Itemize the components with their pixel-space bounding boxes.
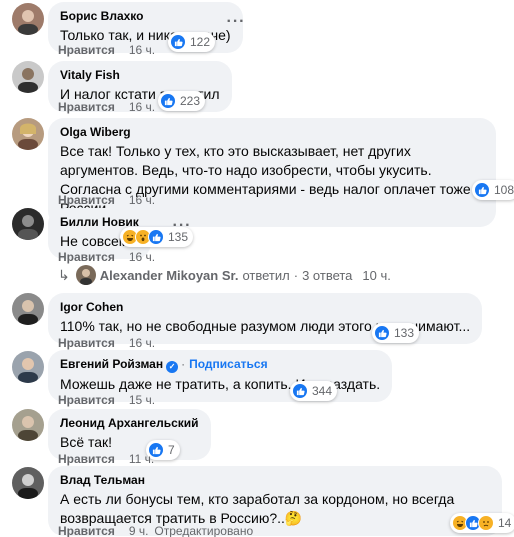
- reaction-summary[interactable]: 133: [372, 323, 420, 343]
- comment-author-name[interactable]: Евгений Ройзман: [60, 357, 163, 371]
- reply-arrow-icon: ↳: [58, 266, 70, 283]
- comment-actions: Нравится 16 ч.: [58, 100, 155, 114]
- comment-actions: Нравится 16 ч.: [58, 193, 155, 207]
- like-button[interactable]: Нравится: [58, 43, 115, 57]
- reaction-summary[interactable]: 108: [472, 180, 514, 200]
- like-button[interactable]: Нравится: [58, 524, 115, 537]
- reaction-summary[interactable]: 122: [168, 32, 216, 52]
- reaction-count: 14: [498, 516, 512, 530]
- comment-author[interactable]: Igor Cohen: [60, 300, 470, 315]
- comment-timestamp[interactable]: 16 ч.: [129, 250, 155, 264]
- comment-actions: Нравится 16 ч.: [58, 43, 155, 57]
- verified-badge-icon: ✓: [166, 361, 179, 373]
- reply-timestamp: 10 ч.: [362, 267, 391, 283]
- comment-author[interactable]: Борис Влахко: [60, 9, 231, 24]
- like-button[interactable]: Нравится: [58, 193, 115, 207]
- reaction-count: 223: [180, 94, 201, 108]
- like-button[interactable]: Нравится: [58, 452, 115, 466]
- like-button[interactable]: Нравится: [58, 100, 115, 114]
- edited-label[interactable]: Отредактировано: [154, 524, 253, 537]
- reaction-count: 108: [494, 183, 514, 197]
- like-reaction-icon: [148, 229, 164, 245]
- comment-timestamp[interactable]: 16 ч.: [129, 193, 155, 207]
- avatar[interactable]: [12, 467, 44, 499]
- like-button[interactable]: Нравится: [58, 250, 115, 264]
- reply-count: 3 ответа: [302, 267, 353, 283]
- reaction-summary[interactable]: 344: [290, 381, 338, 401]
- view-replies-link[interactable]: ↳ Alexander Mikoyan Sr. ответил · 3 отве…: [58, 265, 391, 285]
- avatar[interactable]: [12, 409, 44, 441]
- avatar[interactable]: [12, 293, 44, 325]
- comment-author: Евгений Ройзман ✓ · Подписаться: [60, 357, 268, 373]
- replier-name: Alexander Mikoyan Sr.: [99, 267, 239, 283]
- like-button[interactable]: Нравится: [58, 336, 115, 350]
- comment-timestamp[interactable]: 9 ч.: [129, 524, 149, 537]
- comment-timestamp[interactable]: 11 ч.: [129, 452, 154, 466]
- comment-actions: Нравится 15 ч.: [58, 393, 155, 407]
- comment-text: А есть ли бонусы тем, кто заработал за к…: [60, 491, 455, 526]
- reaction-count: 122: [190, 35, 211, 49]
- sad-reaction-icon: [478, 515, 494, 531]
- reaction-count: 344: [312, 384, 333, 398]
- avatar[interactable]: [12, 61, 44, 93]
- comment-author[interactable]: Vitaly Fish: [60, 68, 220, 83]
- avatar[interactable]: [12, 351, 44, 383]
- reaction-summary[interactable]: 14: [450, 513, 514, 533]
- comment-timestamp[interactable]: 16 ч.: [129, 43, 155, 57]
- comment-author[interactable]: Olga Wiberg: [60, 125, 484, 140]
- avatar[interactable]: [12, 118, 44, 150]
- comment-actions: Нравится 16 ч.: [58, 336, 155, 350]
- like-reaction-icon: [374, 325, 390, 341]
- comment-timestamp[interactable]: 15 ч.: [129, 393, 155, 407]
- like-reaction-icon: [170, 34, 186, 50]
- comment-author[interactable]: Влад Тельман: [60, 473, 490, 488]
- avatar[interactable]: [12, 208, 44, 240]
- like-button[interactable]: Нравится: [58, 393, 115, 407]
- comment-actions: Нравится 11 ч.: [58, 452, 154, 466]
- reaction-count: 133: [394, 326, 415, 340]
- avatar: [75, 265, 96, 285]
- like-reaction-icon: [160, 93, 176, 109]
- like-reaction-icon: [292, 383, 308, 399]
- comment-timestamp[interactable]: 16 ч.: [129, 336, 155, 350]
- comment-timestamp[interactable]: 16 ч.: [129, 100, 155, 114]
- reply-action: ответил: [242, 267, 290, 283]
- comment-actions: Нравится 9 ч. Отредактировано: [58, 524, 253, 537]
- comment-actions: Нравится 16 ч.: [58, 250, 155, 264]
- reaction-summary[interactable]: 135: [120, 227, 194, 247]
- reaction-count: 135: [168, 230, 189, 244]
- like-reaction-icon: [474, 182, 490, 198]
- more-options-button[interactable]: ···: [222, 8, 250, 36]
- reaction-count: 7: [168, 443, 175, 457]
- comment-author[interactable]: Леонид Архангельский: [60, 416, 199, 431]
- avatar[interactable]: [12, 3, 44, 35]
- reaction-summary[interactable]: 223: [158, 91, 206, 111]
- subscribe-button[interactable]: Подписаться: [189, 357, 267, 371]
